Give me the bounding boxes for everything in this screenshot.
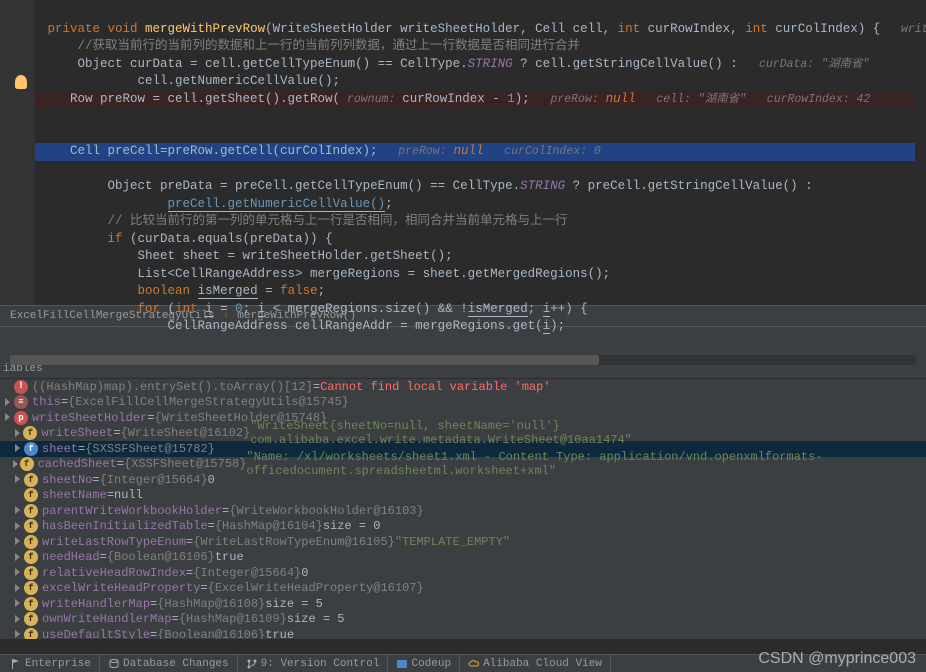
code-line: Sheet sheet = writeSheetHolder.getSheet(… <box>40 249 453 263</box>
variable-row[interactable]: fuseDefaultStyle = {Boolean@16106} true <box>0 627 926 639</box>
variable-row[interactable]: ≡this = {ExcelFillCellMergeStrategyUtils… <box>0 395 926 411</box>
variables-panel[interactable]: !((HashMap)map).entrySet().toArray()[12]… <box>0 379 926 639</box>
lightbulb-icon[interactable] <box>15 75 27 89</box>
status-version-control[interactable]: 9: Version Control <box>238 655 389 672</box>
badge-icon: f <box>24 473 38 487</box>
code-line: preCell.getNumericCellValue(); <box>40 197 393 212</box>
code-line: Object preData = preCell.getCellTypeEnum… <box>40 179 813 193</box>
code-line: Object curData = cell.getCellTypeEnum() … <box>40 57 869 71</box>
expand-icon[interactable] <box>13 553 22 562</box>
badge-icon: f <box>24 581 38 595</box>
status-codeup[interactable]: Codeup <box>388 655 460 672</box>
badge-icon: ≡ <box>14 395 28 409</box>
code-line <box>40 127 48 141</box>
badge-icon: f <box>24 550 38 564</box>
code-line: CellRangeAddress cellRangeAddr = mergeRe… <box>40 319 565 334</box>
expand-icon[interactable] <box>13 429 22 438</box>
scrollbar-thumb[interactable] <box>10 355 599 365</box>
code-area[interactable]: private void mergeWithPrevRow(WriteSheet… <box>0 0 926 353</box>
expand-icon[interactable] <box>13 475 22 484</box>
badge-icon: f <box>24 519 38 533</box>
expand-icon[interactable] <box>13 568 22 577</box>
expand-icon[interactable] <box>11 460 18 469</box>
status-aliyun[interactable]: Alibaba Cloud View <box>460 655 611 672</box>
code-line: if (curData.equals(preData)) { <box>40 232 333 246</box>
badge-icon: f <box>24 504 38 518</box>
horizontal-scrollbar[interactable] <box>10 355 916 365</box>
code-line: List<CellRangeAddress> mergeRegions = sh… <box>40 267 610 281</box>
expand-icon[interactable] <box>13 615 22 624</box>
expand-icon[interactable] <box>13 537 22 546</box>
variable-row[interactable]: fwriteLastRowTypeEnum = {WriteLastRowTyp… <box>0 534 926 550</box>
expand-icon[interactable] <box>13 522 22 531</box>
database-icon <box>108 658 120 670</box>
cloud-icon <box>468 658 480 670</box>
badge-icon: f <box>24 566 38 580</box>
badge-icon: ! <box>14 380 28 394</box>
expand-icon[interactable] <box>13 599 22 608</box>
variable-row[interactable]: fsheetName = null <box>0 488 926 504</box>
variable-row[interactable]: fexcelWriteHeadProperty = {ExcelWriteHea… <box>0 581 926 597</box>
variable-row[interactable]: fparentWriteWorkbookHolder = {WriteWorkb… <box>0 503 926 519</box>
variable-row[interactable]: fownWriteHandlerMap = {HashMap@16109} si… <box>0 612 926 628</box>
codeup-icon <box>396 658 408 670</box>
variables-tab-header: iables <box>0 363 926 379</box>
badge-icon: p <box>14 411 28 425</box>
code-line-error: Row preRow = cell.getSheet().getRow( row… <box>35 91 915 109</box>
badge-icon: f <box>24 597 38 611</box>
badge-icon: f <box>24 612 38 626</box>
code-line: cell.getNumericCellValue(); <box>40 74 340 88</box>
badge-icon: f <box>20 457 34 471</box>
badge-icon: f <box>24 442 38 456</box>
badge-icon: f <box>24 488 38 502</box>
expand-icon[interactable] <box>3 398 12 407</box>
code-editor[interactable]: private void mergeWithPrevRow(WriteSheet… <box>0 0 926 305</box>
expand-icon[interactable] <box>3 413 12 422</box>
status-enterprise[interactable]: Enterprise <box>2 655 100 672</box>
editor-gutter <box>0 0 35 305</box>
branch-icon <box>246 658 258 670</box>
variable-row[interactable]: fwriteHandlerMap = {HashMap@16108} size … <box>0 596 926 612</box>
expand-icon[interactable] <box>13 630 22 639</box>
badge-icon: f <box>24 535 38 549</box>
badge-icon: f <box>24 628 38 639</box>
code-line: //获取当前行的当前列的数据和上一行的当前列列数据，通过上一行数据是否相同进行合… <box>40 39 580 53</box>
expand-icon[interactable] <box>13 506 22 515</box>
code-line-current: Cell preCell=preRow.getCell(curColIndex)… <box>35 143 915 161</box>
expand-icon[interactable] <box>13 584 22 593</box>
variable-row[interactable]: !((HashMap)map).entrySet().toArray()[12]… <box>0 379 926 395</box>
variable-row[interactable]: fcachedSheet = {XSSFSheet@15758} "Name: … <box>0 457 926 473</box>
badge-icon: f <box>23 426 37 440</box>
flag-icon <box>10 658 22 670</box>
code-line: for (int i = 0; i < mergeRegions.size() … <box>40 302 588 317</box>
status-db[interactable]: Database Changes <box>100 655 238 672</box>
code-line: // 比较当前行的第一列的单元格与上一行是否相同，相同合并当前单元格与上一行 <box>40 214 568 228</box>
variable-row[interactable]: fwriteSheet = {WriteSheet@16102} "WriteS… <box>0 426 926 442</box>
variable-row[interactable]: fneedHead = {Boolean@16106} true <box>0 550 926 566</box>
code-line: private void mergeWithPrevRow(WriteSheet… <box>40 22 926 36</box>
code-line: boolean isMerged = false; <box>40 284 325 299</box>
variable-row[interactable]: frelativeHeadRowIndex = {Integer@15664} … <box>0 565 926 581</box>
status-bar: Enterprise Database Changes 9: Version C… <box>0 654 926 672</box>
variable-row[interactable]: fhasBeenInitializedTable = {HashMap@1610… <box>0 519 926 535</box>
expand-icon[interactable] <box>13 444 22 453</box>
